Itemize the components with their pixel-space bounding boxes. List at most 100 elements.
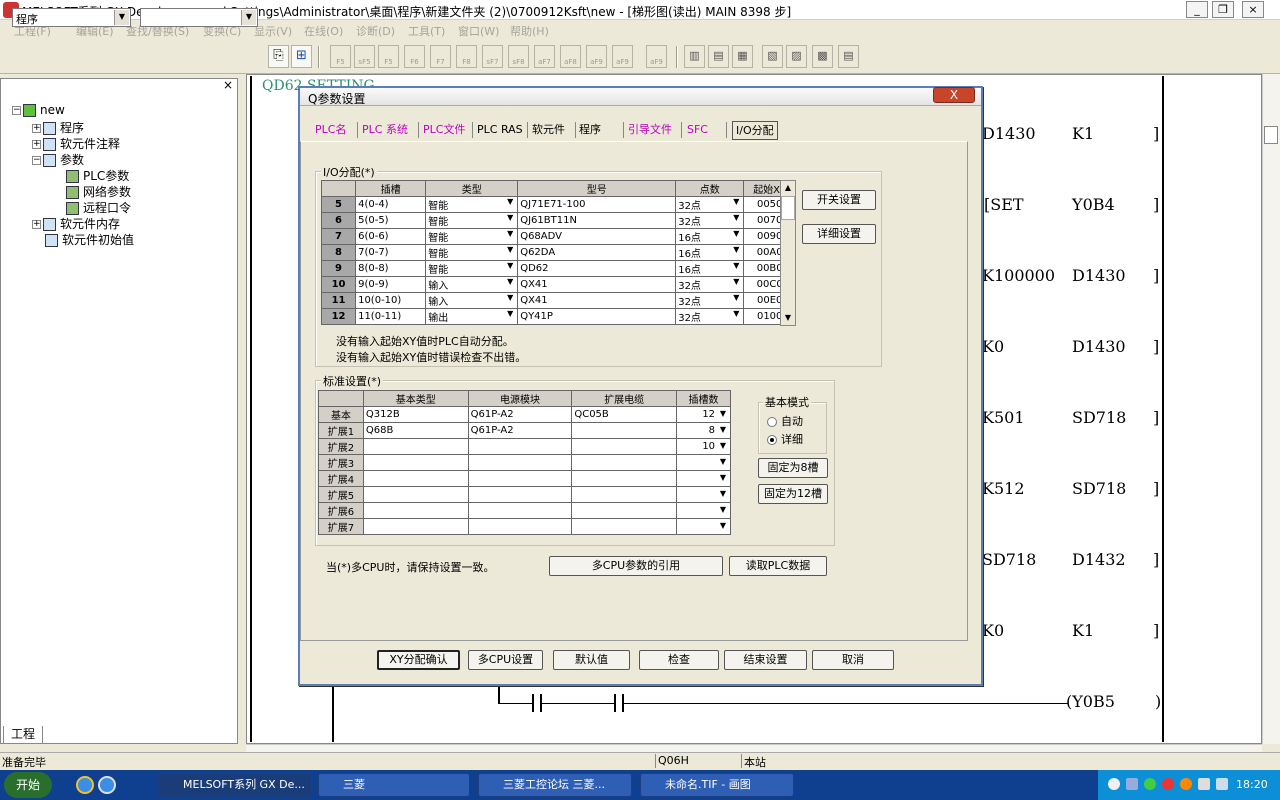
- taskbar-item-paint[interactable]: 未命名.TIF - 画图: [640, 773, 794, 797]
- type-cell[interactable]: 智能 ▼: [425, 228, 519, 245]
- chevron-down-icon[interactable]: ▼: [505, 294, 515, 303]
- read-mode-icon[interactable]: ⎘: [268, 45, 289, 68]
- power-module-cell[interactable]: [467, 454, 573, 471]
- chevron-down-icon[interactable]: ▼: [505, 262, 515, 271]
- table-row[interactable]: 10 9(0-9) 输入 ▼ QX41 32点 ▼ 00C0: [320, 276, 796, 293]
- fix-12-slot-button[interactable]: 固定为12槽: [758, 484, 828, 504]
- model-cell[interactable]: QJ61BT11N: [517, 212, 677, 229]
- scrollbar-thumb[interactable]: [781, 196, 795, 220]
- chevron-down-icon[interactable]: ▼: [731, 278, 741, 287]
- chevron-down-icon[interactable]: ▼: [731, 246, 741, 255]
- detail-setting-button[interactable]: 详细设置: [802, 224, 876, 244]
- ladder-operand[interactable]: K501: [982, 408, 1025, 427]
- points-cell[interactable]: 32点 ▼: [675, 196, 745, 213]
- rising-edge-icon[interactable]: aF7: [534, 45, 555, 68]
- points-cell[interactable]: 32点 ▼: [675, 308, 745, 325]
- table-row[interactable]: 基本 Q312B Q61P-A2 QC05B 12 ▼: [318, 406, 731, 423]
- tab-plc-system[interactable]: PLC 系统: [362, 121, 408, 140]
- cancel-button[interactable]: 取消: [812, 650, 894, 670]
- taskbar-item-folder[interactable]: 三菱: [318, 773, 470, 797]
- base-type-cell[interactable]: Q312B: [362, 406, 469, 423]
- chevron-down-icon[interactable]: ▼: [731, 198, 741, 207]
- statement-icon[interactable]: ▤: [708, 45, 729, 68]
- type-cell[interactable]: 智能 ▼: [425, 260, 519, 277]
- security-icon[interactable]: [1144, 778, 1156, 790]
- slot-cell[interactable]: 7(0-7): [355, 244, 427, 261]
- base-type-cell[interactable]: Q68B: [362, 422, 469, 439]
- slot-count-cell[interactable]: ▼: [676, 502, 731, 519]
- slot-count-cell[interactable]: 10 ▼: [676, 438, 731, 455]
- close-icon[interactable]: ×: [222, 79, 234, 92]
- type-cell[interactable]: 智能 ▼: [425, 196, 519, 213]
- slot-cell[interactable]: 5(0-5): [355, 212, 427, 229]
- mode-detail-radio[interactable]: 详细: [767, 431, 803, 447]
- table-row[interactable]: 11 10(0-10) 输入 ▼ QX41 32点 ▼ 00E0: [320, 292, 796, 309]
- base-type-cell[interactable]: [362, 486, 469, 503]
- ladder-operand[interactable]: SD718: [982, 550, 1036, 569]
- instruction-icon[interactable]: F8: [456, 45, 477, 68]
- ext-cable-cell[interactable]: QC05B: [571, 406, 678, 423]
- ladder-operand[interactable]: K0: [982, 337, 1004, 356]
- table-row[interactable]: 扩展6 ▼: [318, 502, 731, 519]
- chevron-down-icon[interactable]: ▼: [731, 230, 741, 239]
- table-row[interactable]: 12 11(0-11) 输出 ▼ QY41P 32点 ▼ 0100: [320, 308, 796, 325]
- project-tab[interactable]: 工程: [3, 726, 43, 744]
- menu-tools[interactable]: 工具(T): [408, 23, 445, 39]
- vertical-line-icon[interactable]: sF7: [482, 45, 503, 68]
- default-button[interactable]: 默认值: [553, 650, 630, 670]
- note-icon[interactable]: ▦: [732, 45, 753, 68]
- ladder-operand[interactable]: K1: [1072, 621, 1094, 640]
- chevron-down-icon[interactable]: ▼: [505, 214, 515, 223]
- slot-cell[interactable]: 6(0-6): [355, 228, 427, 245]
- monitor-mode-icon[interactable]: ⊞: [291, 45, 312, 68]
- ladder-operand[interactable]: SD718: [1072, 408, 1126, 427]
- slot-cell[interactable]: 8(0-8): [355, 260, 427, 277]
- model-cell[interactable]: Q68ADV: [517, 228, 677, 245]
- scroll-down-icon[interactable]: ▼: [781, 311, 795, 325]
- chevron-down-icon[interactable]: ▼: [718, 457, 728, 466]
- model-cell[interactable]: Q62DA: [517, 244, 677, 261]
- model-cell[interactable]: QJ71E71-100: [517, 196, 677, 213]
- base-type-cell[interactable]: [362, 454, 469, 471]
- multi-cpu-param-ref-button[interactable]: 多CPU参数的引用: [549, 556, 723, 576]
- menu-window[interactable]: 窗口(W): [458, 23, 499, 39]
- program-combo[interactable]: 程序 ▼: [12, 8, 131, 27]
- coil-operand[interactable]: (Y0B5: [1066, 692, 1115, 711]
- chevron-down-icon[interactable]: ▼: [718, 505, 728, 514]
- chevron-down-icon[interactable]: ▼: [731, 262, 741, 271]
- table-row[interactable]: 8 7(0-7) 智能 ▼ Q62DA 16点 ▼ 00A0: [320, 244, 796, 261]
- expand-icon[interactable]: +: [32, 220, 41, 229]
- slot-count-cell[interactable]: 8 ▼: [676, 422, 731, 439]
- xy-assign-confirm-button[interactable]: XY分配确认: [377, 650, 460, 670]
- tree-node-device-init[interactable]: 软元件初始值: [45, 231, 134, 248]
- fix-8-slot-button[interactable]: 固定为8槽: [758, 458, 828, 478]
- tree-node-root[interactable]: − new: [12, 103, 65, 117]
- start-button[interactable]: 开始: [4, 772, 52, 798]
- table-row[interactable]: 扩展1 Q68B Q61P-A2 8 ▼: [318, 422, 731, 439]
- ext-cable-cell[interactable]: [571, 518, 678, 535]
- model-cell[interactable]: QX41: [517, 276, 677, 293]
- device-combo[interactable]: ▼: [140, 8, 258, 27]
- model-cell[interactable]: QX41: [517, 292, 677, 309]
- tab-io-assignment[interactable]: I/O分配: [732, 121, 778, 140]
- model-cell[interactable]: QD62: [517, 260, 677, 277]
- power-module-cell[interactable]: [467, 518, 573, 535]
- check-button[interactable]: 检查: [639, 650, 719, 670]
- ie-icon[interactable]: [98, 776, 116, 794]
- pulse-icon[interactable]: aF9: [586, 45, 607, 68]
- close-button[interactable]: ×: [1242, 1, 1264, 18]
- chevron-down-icon[interactable]: ▼: [718, 409, 728, 418]
- contact-b-icon[interactable]: F5: [378, 45, 399, 68]
- parallel-a-icon[interactable]: sF5: [354, 45, 375, 68]
- table-row[interactable]: 7 6(0-6) 智能 ▼ Q68ADV 16点 ▼ 0090: [320, 228, 796, 245]
- tab-plc-name[interactable]: PLC名: [315, 121, 346, 140]
- contact-a-icon[interactable]: F5: [330, 45, 351, 68]
- type-cell[interactable]: 输出 ▼: [425, 308, 519, 325]
- base-type-cell[interactable]: [362, 518, 469, 535]
- chevron-down-icon[interactable]: ▼: [718, 473, 728, 482]
- table-row[interactable]: 扩展2 10 ▼: [318, 438, 731, 455]
- type-cell[interactable]: 输入 ▼: [425, 292, 519, 309]
- coil-icon[interactable]: F7: [430, 45, 451, 68]
- chevron-down-icon[interactable]: ▼: [505, 230, 515, 239]
- tab-program[interactable]: 程序: [579, 121, 601, 140]
